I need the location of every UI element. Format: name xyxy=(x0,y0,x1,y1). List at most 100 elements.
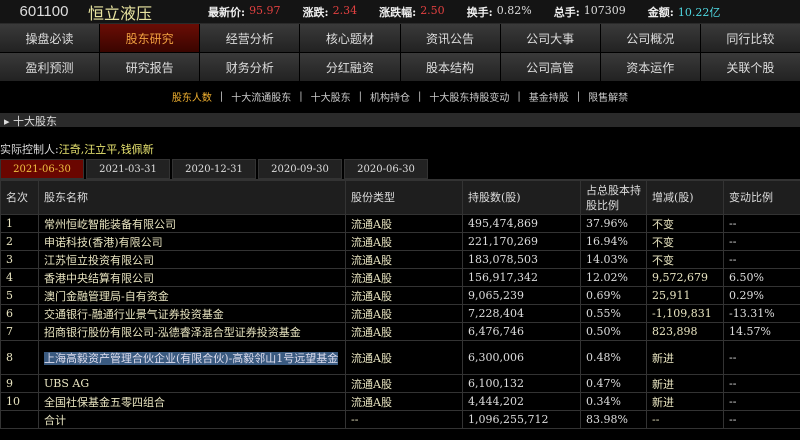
cell-text: -- xyxy=(729,235,737,248)
date-tab[interactable]: 2020-09-30 xyxy=(258,159,342,179)
nav-item[interactable]: 分红融资 xyxy=(300,53,400,81)
cell-text: -- xyxy=(351,413,359,426)
nav-item[interactable]: 资讯公告 xyxy=(400,24,500,52)
section-title: 十大股东 xyxy=(13,115,58,128)
cell-text: 0.69% xyxy=(586,289,621,302)
cell-text: -- xyxy=(652,413,660,426)
nav-item[interactable]: 同行比较 xyxy=(700,24,800,52)
cell-text: 4 xyxy=(6,271,13,284)
subnav-link[interactable]: 股东人数 xyxy=(172,89,212,104)
table-cell: 25,911 xyxy=(646,286,724,305)
table-cell: 6,476,746 xyxy=(462,322,581,341)
table-cell: 10 xyxy=(0,392,39,411)
table-cell: 156,917,342 xyxy=(462,268,581,287)
cell-text: 新进 xyxy=(652,377,674,391)
date-tab[interactable]: 2021-03-31 xyxy=(86,159,170,179)
cell-text: 14.03% xyxy=(586,253,628,266)
table-cell: 江苏恒立投资有限公司 xyxy=(38,250,346,269)
cell-text: -- xyxy=(729,351,737,364)
date-tab[interactable]: 2020-12-31 xyxy=(172,159,256,179)
table-cell: 申诺科技(香港)有限公司 xyxy=(38,232,346,251)
column-header: 股东名称 xyxy=(38,180,346,215)
cell-text: 流通A股 xyxy=(351,395,392,409)
nav-item[interactable]: 公司概况 xyxy=(600,24,700,52)
table-cell: UBS AG xyxy=(38,374,346,393)
cell-text: -1,109,831 xyxy=(652,307,712,320)
table-cell: 7 xyxy=(0,322,39,341)
cell-text: 不变 xyxy=(652,217,674,231)
nav-item[interactable]: 资本运作 xyxy=(600,53,700,81)
subnav-link[interactable]: 基金持股 xyxy=(529,89,569,104)
cell-text: 流通A股 xyxy=(351,217,392,231)
date-tab[interactable]: 2021-06-30 xyxy=(0,159,84,179)
table-cell: -13.31% xyxy=(723,304,800,323)
controller: 实际控制人:汪奇,汪立平,钱佩新 xyxy=(0,141,800,156)
table-cell: 9,572,679 xyxy=(646,268,724,287)
subnav-link[interactable]: 十大股东持股变动 xyxy=(429,89,509,104)
cell-text: 12.02% xyxy=(586,271,628,284)
sub-nav: 股东人数 | 十大流通股东 | 十大股东 | 机构持仓 | 十大股东持股变动 | 基金持股 | 限售解禁 xyxy=(0,81,800,111)
cell-text: 2 xyxy=(6,235,13,248)
table-row: 2 申诺科技(香港)有限公司 流通A股 221,170,269 16.94% 不变 -- xyxy=(0,232,800,251)
cell-text: -- xyxy=(729,377,737,390)
cell-text: 7 xyxy=(6,325,13,338)
cell-text: 9,065,239 xyxy=(468,289,524,302)
quote-label: 总手: xyxy=(553,5,580,19)
table-cell: 7,228,404 xyxy=(462,304,581,323)
column-header: 占总股本持股比例 xyxy=(580,180,647,215)
cell-text: -- xyxy=(729,217,737,230)
nav-item[interactable]: 财务分析 xyxy=(200,53,300,81)
subnav-link[interactable]: 十大流通股东 xyxy=(231,89,291,104)
divider: | xyxy=(219,90,224,102)
cell-text: 流通A股 xyxy=(351,325,392,339)
nav-item[interactable]: 操盘必读 xyxy=(0,24,100,52)
table-cell: 不变 xyxy=(646,214,724,233)
cell-text: 流通A股 xyxy=(351,307,392,321)
table-cell: 流通A股 xyxy=(345,286,463,305)
subnav-link[interactable]: 限售解禁 xyxy=(588,89,628,104)
date-tab[interactable]: 2020-06-30 xyxy=(344,159,428,179)
cell-text: 全国社保基金五零四组合 xyxy=(44,395,165,409)
column-header: 变动比例 xyxy=(723,180,800,215)
cell-text: 83.98% xyxy=(586,413,628,426)
nav-item[interactable]: 股本结构 xyxy=(400,53,500,81)
nav-item[interactable]: 核心题材 xyxy=(300,24,400,52)
table-cell: 0.55% xyxy=(580,304,647,323)
date-tabs: 2021-06-30 2021-03-31 2020-12-31 2020-09-30… xyxy=(0,159,800,180)
table-cell: 流通A股 xyxy=(345,304,463,323)
nav-item[interactable]: 经营分析 xyxy=(200,24,300,52)
column-header: 持股数(股) xyxy=(462,180,581,215)
subnav-link[interactable]: 十大股东 xyxy=(311,89,351,104)
table-cell: -- xyxy=(345,410,463,429)
table-cell: 0.48% xyxy=(580,340,647,375)
table-cell: 0.34% xyxy=(580,392,647,411)
table-cell: 5 xyxy=(0,286,39,305)
table-cell: -- xyxy=(723,232,800,251)
controller-label: 实际控制人: xyxy=(0,143,59,156)
quote-item: 涨跌: 2.34 xyxy=(303,4,358,20)
cell-text: 上海高毅资产管理合伙企业(有限合伙)-高毅邻山1号远望基金 xyxy=(44,351,339,365)
cell-text: 495,474,869 xyxy=(468,217,538,230)
quote-label: 涨跌: xyxy=(302,5,329,19)
table-cell: 招商银行股份有限公司-泓德睿泽混合型证券投资基金 xyxy=(38,322,346,341)
quote-bar: 601100 恒立液压 最新价: 95.97 涨跌: 2.34 涨跌幅: 2.50 换手: 0… xyxy=(0,0,800,24)
quote-value: 107309 xyxy=(583,3,626,17)
quote-value: 2.34 xyxy=(332,3,358,17)
nav-item[interactable]: 公司高管 xyxy=(500,53,600,81)
table-row: 10 全国社保基金五零四组合 流通A股 4,444,202 0.34% 新进 -- xyxy=(0,392,800,411)
nav-item[interactable]: 公司大事 xyxy=(500,24,600,52)
table-row: 4 香港中央结算有限公司 流通A股 156,917,342 12.02% 9,572,67… xyxy=(0,268,800,287)
nav-item[interactable]: 盈利预测 xyxy=(0,53,100,81)
cell-text: 3 xyxy=(6,253,13,266)
cell-text: 澳门金融管理局-自有资金 xyxy=(44,289,169,303)
table-cell: 4 xyxy=(0,268,39,287)
nav-item[interactable]: 股东研究 xyxy=(100,24,200,52)
table-cell: 6,300,006 xyxy=(462,340,581,375)
nav-item[interactable]: 关联个股 xyxy=(700,53,800,81)
quote-label: 换手: xyxy=(466,5,493,19)
cell-text: 37.96% xyxy=(586,217,628,230)
divider: | xyxy=(358,90,362,102)
cell-text: UBS AG xyxy=(44,377,90,390)
nav-item[interactable]: 研究报告 xyxy=(100,53,200,81)
subnav-link[interactable]: 机构持仓 xyxy=(370,89,410,104)
